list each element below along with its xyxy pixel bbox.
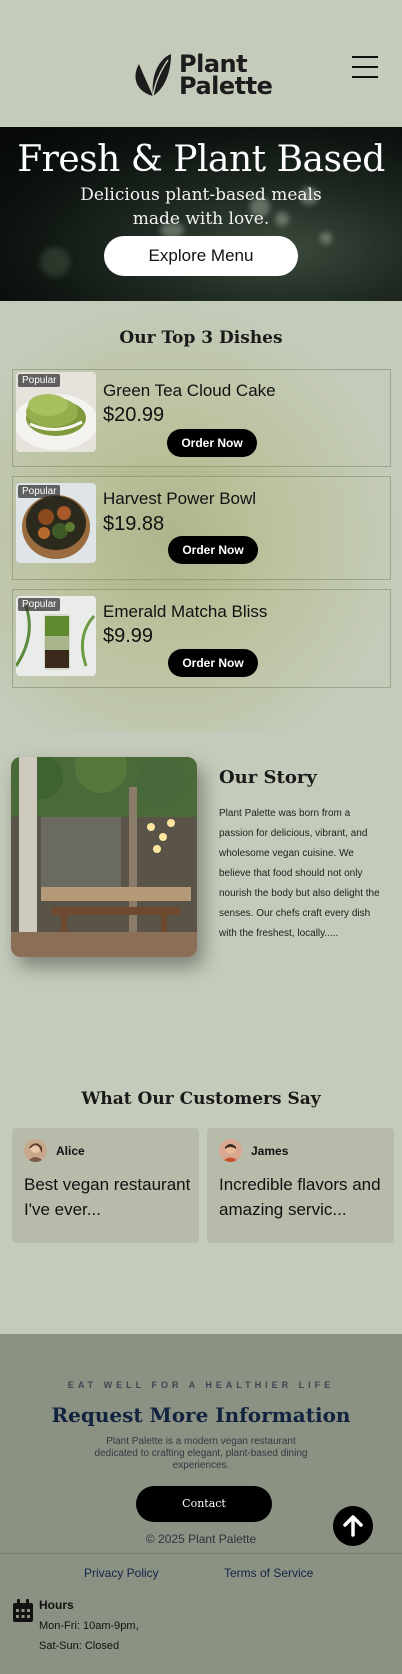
testimonial-quote: Best vegan restaurant I've ever... [24, 1172, 192, 1222]
contact-button[interactable]: Contact [136, 1486, 272, 1522]
dish-name: Harvest Power Bowl [103, 489, 257, 508]
story-image-restaurant [11, 757, 197, 957]
request-info-title: Request More Information [51, 1403, 351, 1427]
dish-price: $20.99 [103, 404, 165, 426]
calendar-icon [13, 1599, 33, 1622]
order-now-button[interactable]: Order Now [168, 536, 258, 564]
hamburger-menu-icon[interactable] [352, 55, 378, 79]
dish-image-cake: Popular [16, 372, 96, 452]
site-footer: EAT WELL FOR A HEALTHIER LIFE Request Mo… [0, 1334, 402, 1674]
dish-card[interactable]: Popular Harvest Power Bowl $19.88 Order … [12, 476, 391, 580]
testimonial-quote-text: Best vegan restaurant I've ever... [24, 1175, 191, 1219]
avatar [219, 1139, 242, 1162]
testimonials-title: What Our Customers Say [81, 1089, 321, 1109]
dish-price: $19.88 [103, 513, 165, 535]
story-title: Our Story [219, 767, 317, 788]
dish-name: Green Tea Cloud Cake [103, 381, 276, 400]
avatar [24, 1139, 47, 1162]
popular-badge: Popular [18, 485, 61, 498]
dish-image-bowl: Popular [16, 483, 96, 563]
testimonial-quote-text: Incredible flavors and amazing servic... [219, 1175, 381, 1219]
dish-name: Emerald Matcha Bliss [103, 602, 268, 621]
testimonial-quote: Incredible flavors and amazing servic... [219, 1172, 387, 1222]
testimonial-name: Alice [56, 1144, 85, 1158]
dish-image-matcha: Popular [16, 596, 96, 676]
privacy-policy-link[interactable]: Privacy Policy [84, 1566, 159, 1580]
testimonial-name: James [251, 1144, 289, 1158]
leaf-logo-icon [135, 54, 171, 97]
site-header: Plant Palette [0, 0, 402, 127]
footer-tagline: EAT WELL FOR A HEALTHIER LIFE [67, 1380, 335, 1390]
testimonial-card: Alice Best vegan restaurant I've ever... [12, 1128, 199, 1243]
story-text: Plant Palette was born from a passion fo… [219, 808, 380, 939]
testimonial-card: James Incredible flavors and amazing ser… [207, 1128, 394, 1243]
top-dishes-title: Our Top 3 Dishes [119, 328, 283, 348]
explore-menu-button[interactable]: Explore Menu [104, 236, 298, 276]
brand-name-line2: Palette [179, 72, 273, 100]
order-now-button[interactable]: Order Now [167, 429, 257, 457]
dish-price: $9.99 [103, 625, 154, 647]
dish-card[interactable]: Popular Emerald Matcha Bliss $9.99 Order… [12, 589, 391, 688]
footer-description: Plant Palette is a modern vegan restaura… [94, 1436, 308, 1471]
terms-of-service-link[interactable]: Terms of Service [224, 1566, 313, 1580]
popular-badge: Popular [18, 374, 61, 387]
dish-card[interactable]: Popular Green Tea Cloud Cake $20.99 Orde… [12, 369, 391, 467]
hero-subtitle: Delicious plant-based meals made with lo… [80, 185, 322, 229]
brand-logo[interactable]: Plant Palette [131, 52, 273, 100]
hours-title: Hours [39, 1598, 74, 1612]
hours-weekend: Sat-Sun: Closed [39, 1640, 120, 1652]
hero-title: Fresh & Plant Based [17, 139, 385, 180]
order-now-button[interactable]: Order Now [168, 649, 258, 677]
hero-banner: Fresh & Plant Based Delicious plant-base… [0, 127, 402, 301]
hours-weekdays: Mon-Fri: 10am-9pm, [39, 1620, 139, 1632]
copyright: © 2025 Plant Palette [145, 1532, 257, 1546]
footer-divider [0, 1553, 402, 1554]
popular-badge: Popular [18, 598, 61, 611]
